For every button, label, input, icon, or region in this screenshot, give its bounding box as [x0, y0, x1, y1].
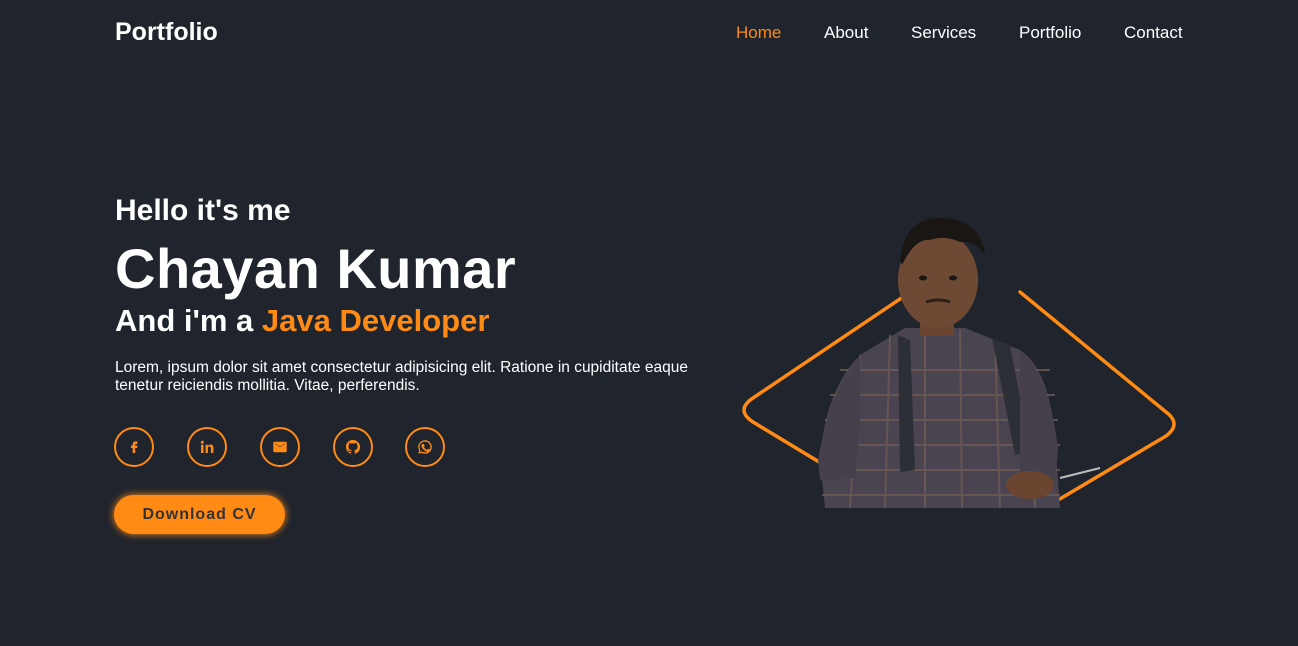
nav-link-services[interactable]: Services	[911, 23, 976, 43]
email-link[interactable]	[260, 427, 300, 467]
hero-role: And i'm a Java Developer	[115, 303, 489, 339]
github-link[interactable]	[333, 427, 373, 467]
hero-name: Chayan Kumar	[115, 237, 517, 300]
nav-link-about[interactable]: About	[824, 23, 868, 43]
site-header: Portfolio Home About Services Portfolio …	[0, 0, 1298, 64]
email-icon	[273, 441, 287, 453]
linkedin-link[interactable]	[187, 427, 227, 467]
hero-image-frame	[742, 217, 1176, 509]
whatsapp-icon	[418, 440, 432, 454]
hero-description: Lorem, ipsum dolor sit amet consectetur …	[115, 359, 688, 394]
hero-role-prefix: And i'm a	[115, 303, 254, 338]
logo-link[interactable]: Portfolio	[115, 18, 218, 47]
nav-link-portfolio[interactable]: Portfolio	[1019, 23, 1081, 43]
linkedin-icon	[200, 440, 214, 453]
hero-greeting: Hello it's me	[115, 194, 291, 227]
nav-link-contact[interactable]: Contact	[1124, 23, 1183, 43]
whatsapp-link[interactable]	[405, 427, 445, 467]
hero-image-area	[730, 210, 1190, 530]
hero-role-highlight: Java Developer	[261, 303, 490, 338]
github-icon	[345, 439, 361, 454]
facebook-icon	[131, 441, 138, 453]
nav-link-home[interactable]: Home	[736, 23, 781, 43]
download-cv-button[interactable]: Download CV	[114, 495, 285, 534]
portrait-photo	[818, 217, 1101, 509]
facebook-link[interactable]	[114, 427, 154, 467]
